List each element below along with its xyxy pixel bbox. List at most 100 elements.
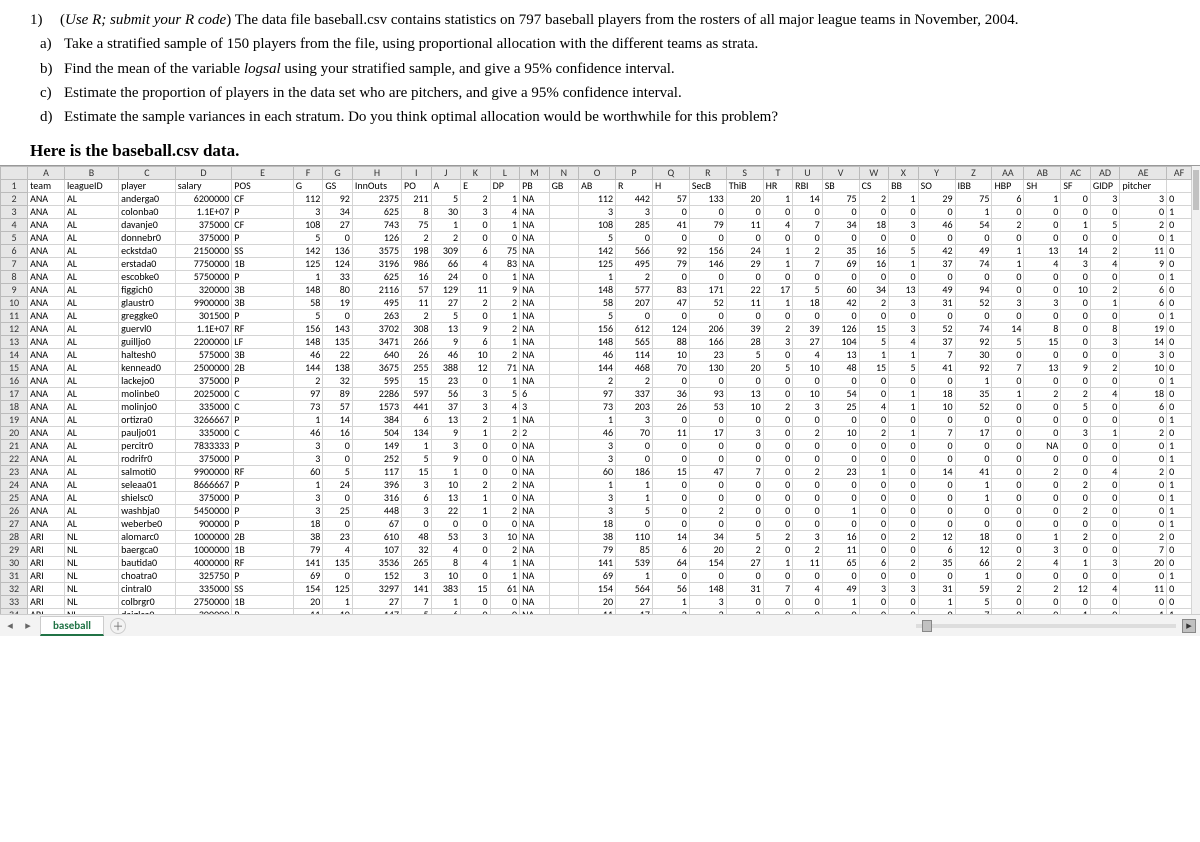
cell[interactable]: 255 <box>402 362 432 375</box>
cell[interactable]: 12 <box>1061 583 1091 596</box>
cell[interactable]: 46 <box>293 427 323 440</box>
cell[interactable]: 0 <box>822 453 859 466</box>
cell[interactable]: 1 <box>616 492 653 505</box>
cell[interactable]: AL <box>64 492 118 505</box>
cell[interactable]: 3 <box>616 206 653 219</box>
cell[interactable]: 0 <box>323 453 353 466</box>
header-cell[interactable] <box>1167 180 1192 193</box>
cell[interactable]: 9 <box>431 453 461 466</box>
cell[interactable]: 11 <box>579 609 616 615</box>
cell[interactable]: 0 <box>955 518 992 531</box>
cell[interactable]: 2 <box>793 427 823 440</box>
cell[interactable]: 0 <box>402 518 432 531</box>
cell[interactable]: 2 <box>793 466 823 479</box>
cell[interactable]: 5 <box>889 245 919 258</box>
cell[interactable]: 1 <box>992 245 1024 258</box>
cell[interactable]: 0 <box>822 479 859 492</box>
cell[interactable]: 156 <box>689 245 726 258</box>
cell[interactable]: 2 <box>1061 531 1091 544</box>
cell[interactable]: 3 <box>402 570 432 583</box>
cell[interactable]: 0 <box>793 206 823 219</box>
cell[interactable]: 1 <box>490 570 520 583</box>
cell[interactable] <box>549 297 579 310</box>
cell[interactable] <box>549 401 579 414</box>
cell[interactable]: 134 <box>402 427 432 440</box>
cell[interactable]: NL <box>64 609 118 615</box>
cell[interactable]: 18 <box>918 388 955 401</box>
cell[interactable]: 14 <box>652 531 689 544</box>
cell[interactable]: 0 <box>859 544 889 557</box>
cell[interactable]: 1 <box>889 401 919 414</box>
cell[interactable]: guilljo0 <box>119 336 176 349</box>
cell[interactable]: 37 <box>918 336 955 349</box>
cell[interactable]: 0 <box>1061 440 1091 453</box>
cell[interactable]: 3 <box>1024 297 1061 310</box>
cell[interactable] <box>549 206 579 219</box>
cell[interactable]: 504 <box>352 427 401 440</box>
cell[interactable]: 6 <box>992 193 1024 206</box>
cell[interactable]: 0 <box>652 414 689 427</box>
cell[interactable]: 1 <box>1167 375 1192 388</box>
cell[interactable] <box>549 219 579 232</box>
cell[interactable]: 1573 <box>352 401 401 414</box>
cell[interactable]: 5 <box>431 310 461 323</box>
cell[interactable]: 2286 <box>352 388 401 401</box>
cell[interactable]: 16 <box>859 258 889 271</box>
cell[interactable]: 0 <box>992 232 1024 245</box>
cell[interactable]: P <box>232 518 294 531</box>
cell[interactable]: 0 <box>652 232 689 245</box>
cell[interactable]: 11 <box>293 609 323 615</box>
cell[interactable]: 0 <box>889 440 919 453</box>
cell[interactable]: 3 <box>1090 193 1120 206</box>
cell[interactable]: 10 <box>461 349 491 362</box>
cell[interactable]: 3 <box>402 479 432 492</box>
cell[interactable]: 612 <box>616 323 653 336</box>
cell[interactable]: 0 <box>793 596 823 609</box>
cell[interactable]: ANA <box>28 245 65 258</box>
cell[interactable]: NA <box>520 505 550 518</box>
cell[interactable]: 60 <box>293 466 323 479</box>
cell[interactable]: 0 <box>859 388 889 401</box>
cell[interactable]: 1 <box>490 193 520 206</box>
cell[interactable]: 22 <box>726 284 763 297</box>
cell[interactable]: 9 <box>431 427 461 440</box>
cell[interactable]: 2 <box>763 323 793 336</box>
cell[interactable]: 13 <box>431 323 461 336</box>
cell[interactable]: 0 <box>918 232 955 245</box>
cell[interactable]: ANA <box>28 349 65 362</box>
cell[interactable]: 0 <box>689 453 726 466</box>
cell[interactable]: 73 <box>293 401 323 414</box>
cell[interactable]: 60 <box>579 466 616 479</box>
cell[interactable] <box>549 453 579 466</box>
cell[interactable]: 0 <box>859 479 889 492</box>
cell[interactable]: 0 <box>918 492 955 505</box>
cell[interactable]: 335000 <box>175 583 232 596</box>
cell[interactable]: 4 <box>490 206 520 219</box>
cell[interactable]: 38 <box>579 531 616 544</box>
cell[interactable]: 94 <box>955 284 992 297</box>
cell[interactable]: 0 <box>1167 362 1192 375</box>
row-number[interactable]: 4 <box>1 219 28 232</box>
col-letter[interactable]: D <box>175 167 232 180</box>
col-letter[interactable]: B <box>64 167 118 180</box>
row-number[interactable]: 14 <box>1 349 28 362</box>
cell[interactable]: 0 <box>763 570 793 583</box>
cell[interactable]: AL <box>64 479 118 492</box>
cell[interactable] <box>549 323 579 336</box>
cell[interactable]: ANA <box>28 518 65 531</box>
cell[interactable]: 1 <box>822 596 859 609</box>
row-number[interactable]: 33 <box>1 596 28 609</box>
row-number[interactable]: 18 <box>1 401 28 414</box>
cell[interactable]: 49 <box>918 284 955 297</box>
cell[interactable]: 2 <box>1061 479 1091 492</box>
cell[interactable]: NA <box>520 544 550 557</box>
cell[interactable]: 148 <box>689 583 726 596</box>
cell[interactable]: 141 <box>293 557 323 570</box>
cell[interactable]: 0 <box>889 232 919 245</box>
cell[interactable]: 152 <box>352 570 401 583</box>
cell[interactable] <box>549 557 579 570</box>
cell[interactable]: cintral0 <box>119 583 176 596</box>
cell[interactable]: 154 <box>579 583 616 596</box>
header-cell[interactable]: SecB <box>689 180 726 193</box>
cell[interactable]: 0 <box>793 271 823 284</box>
